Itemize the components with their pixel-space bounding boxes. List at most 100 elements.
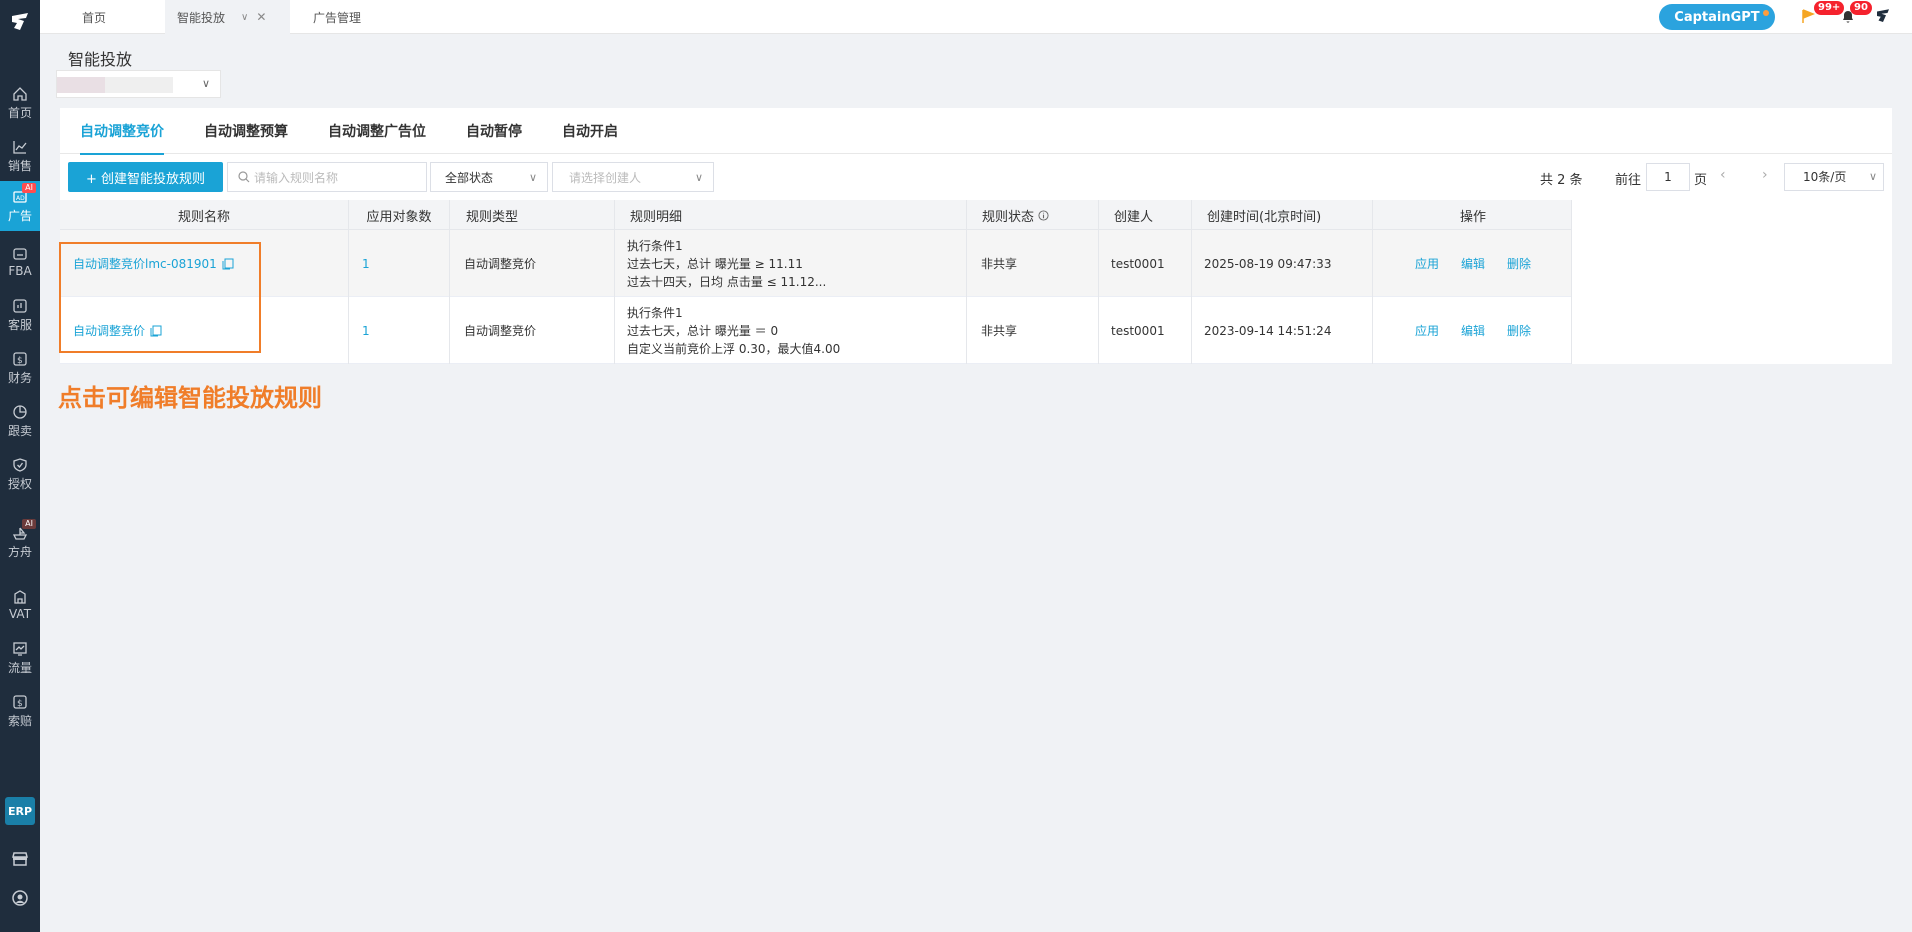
rule-name-search-input[interactable]: 请输入规则名称 (227, 162, 427, 192)
sidebar-item-ark[interactable]: AI 方舟 (0, 517, 40, 567)
creator-select[interactable]: 请选择创建人 ∨ (552, 162, 714, 192)
status-select[interactable]: 全部状态 ∨ (430, 162, 548, 192)
building-icon (14, 590, 26, 604)
store-icon[interactable] (10, 849, 30, 869)
annotation-text: 点击可编辑智能投放规则 (58, 384, 322, 412)
target-count-link[interactable]: 1 (362, 297, 370, 364)
ai-badge: AI (22, 183, 36, 193)
delete-button[interactable]: 删除 (1507, 255, 1531, 272)
detail-line: 过去七天，总计 曝光量 ≥ 11.11 (627, 256, 803, 271)
delete-button[interactable]: 删除 (1507, 322, 1531, 339)
shop-name-blurred (105, 77, 173, 93)
table-row: 自动调整竞价 1 自动调整竞价 执行条件1 过去七天，总计 曝光量 ＝ 0 自定… (60, 297, 1572, 364)
tab-ad-management[interactable]: 广告管理 (293, 0, 413, 34)
tab-auto-budget[interactable]: 自动调整预算 (204, 108, 288, 154)
sidebar-item-traffic[interactable]: 流量 (0, 633, 40, 683)
rule-detail-cell: 执行条件1 过去七天，总计 曝光量 ＝ 0 自定义当前竞价上浮 0.30，最大值… (627, 297, 840, 364)
sidebar: 首页 销售 AI AD 广告 FBA 客服 $ 财务 跟卖 授权 AI 方舟 V… (0, 0, 40, 932)
detail-line: 执行条件1 (627, 305, 683, 320)
notification-dot (1763, 10, 1769, 16)
captain-gpt-label: CaptainGPT (1674, 9, 1760, 25)
sidebar-item-finance[interactable]: $ 财务 (0, 343, 40, 393)
pie-icon (13, 404, 27, 419)
page-title: 智能投放 (68, 50, 133, 69)
erp-button[interactable]: ERP (5, 797, 35, 825)
user-center-icon[interactable] (10, 888, 30, 908)
created-time-cell: 2023-09-14 14:51:24 (1204, 323, 1332, 338)
header-rule-name: 规则名称 (177, 209, 230, 225)
column-divider (348, 200, 349, 364)
pager-goto-label: 前往 (1615, 173, 1642, 188)
sidebar-item-label: 流量 (7, 660, 32, 675)
ai-badge: AI (22, 519, 36, 529)
sidebar-item-service[interactable]: 客服 (0, 290, 40, 340)
sidebar-item-claim[interactable]: $ 索赔 (0, 686, 40, 736)
column-divider (449, 200, 450, 364)
edit-button[interactable]: 编辑 (1461, 255, 1485, 272)
sidebar-item-auth[interactable]: 授权 (0, 449, 40, 499)
header-rule-type: 规则类型 (466, 209, 519, 225)
tab-auto-pause[interactable]: 自动暂停 (466, 108, 522, 154)
user-avatar-icon[interactable] (1873, 6, 1893, 26)
sidebar-item-ads[interactable]: AI AD 广告 (0, 181, 40, 231)
chevron-down-icon: ∨ (201, 77, 210, 90)
sidebar-item-vat[interactable]: VAT (0, 580, 40, 630)
tab-smart-delivery[interactable]: 智能投放 ∨ ✕ (165, 0, 290, 34)
rule-type-cell: 自动调整竞价 (464, 257, 537, 271)
rule-type-tabs: 自动调整竞价 自动调整预算 自动调整广告位 自动暂停 自动开启 (60, 108, 1892, 155)
sidebar-item-label: FBA (8, 264, 32, 278)
bell-badge: 90 (1850, 1, 1872, 15)
shield-icon (13, 457, 27, 472)
header-rule-detail: 规则明细 (630, 209, 683, 225)
svg-text:$: $ (17, 356, 23, 366)
toolbar: + 创建智能投放规则 请输入规则名称 全部状态 ∨ 请选择创建人 ∨ 共 2 条… (60, 162, 1892, 192)
close-icon[interactable]: ✕ (256, 10, 266, 24)
tab-home[interactable]: 首页 (40, 0, 165, 34)
tab-auto-bid[interactable]: 自动调整竞价 (80, 108, 164, 155)
tab-label: 智能投放 (177, 10, 226, 25)
edit-button[interactable]: 编辑 (1461, 322, 1485, 339)
sidebar-item-label: 索赔 (7, 713, 32, 728)
logo-icon[interactable] (6, 8, 34, 36)
sidebar-item-fba[interactable]: FBA (0, 237, 40, 287)
info-icon[interactable] (1038, 209, 1049, 221)
page-size-select[interactable]: 10条/页 ∨ (1784, 163, 1884, 191)
apply-button[interactable]: 应用 (1415, 255, 1439, 272)
svg-text:$: $ (17, 699, 23, 709)
sidebar-item-label: 销售 (7, 158, 32, 173)
apply-button[interactable]: 应用 (1415, 322, 1439, 339)
column-divider (614, 200, 615, 364)
sidebar-item-home[interactable]: 首页 (0, 78, 40, 128)
creator-placeholder: 请选择创建人 (569, 170, 642, 185)
tab-auto-placement[interactable]: 自动调整广告位 (328, 108, 426, 154)
tab-auto-start[interactable]: 自动开启 (562, 108, 618, 154)
sidebar-item-label: 财务 (7, 370, 32, 385)
creator-cell: test0001 (1111, 323, 1165, 338)
pager-page-unit: 页 (1694, 173, 1708, 188)
captain-gpt-button[interactable]: CaptainGPT (1659, 4, 1775, 30)
sidebar-item-label: 跟卖 (7, 423, 32, 438)
chevron-down-icon: ∨ (1868, 170, 1877, 183)
pager-page-input[interactable]: 1 (1646, 163, 1690, 191)
create-rule-button[interactable]: + 创建智能投放规则 (68, 162, 223, 192)
svg-text:AD: AD (16, 195, 25, 202)
chevron-down-icon[interactable]: ∨ (241, 12, 248, 23)
top-tab-bar: 首页 智能投放 ∨ ✕ 广告管理 CaptainGPT 99+ 90 (40, 0, 1912, 34)
table-row: 自动调整竞价lmc-081901 1 自动调整竞价 执行条件1 过去七天，总计 … (60, 230, 1572, 297)
status-value: 全部状态 (445, 170, 494, 185)
chevron-left-icon[interactable]: ‹ (1720, 167, 1726, 183)
sidebar-item-follow[interactable]: 跟卖 (0, 396, 40, 446)
dollar-icon: $ (13, 351, 27, 366)
search-icon (238, 171, 250, 186)
chart-icon (13, 140, 27, 154)
column-divider (966, 200, 967, 364)
sidebar-item-sales[interactable]: 销售 (0, 131, 40, 181)
chevron-right-icon[interactable]: › (1762, 167, 1768, 183)
claim-icon: $ (13, 694, 27, 709)
chevron-down-icon: ∨ (528, 171, 537, 184)
sidebar-item-label: 授权 (7, 476, 32, 491)
sidebar-item-label: 广告 (7, 208, 32, 223)
target-count-link[interactable]: 1 (362, 230, 370, 297)
shop-select[interactable]: ∨ (56, 70, 221, 98)
tab-label: 广告管理 (313, 10, 362, 25)
